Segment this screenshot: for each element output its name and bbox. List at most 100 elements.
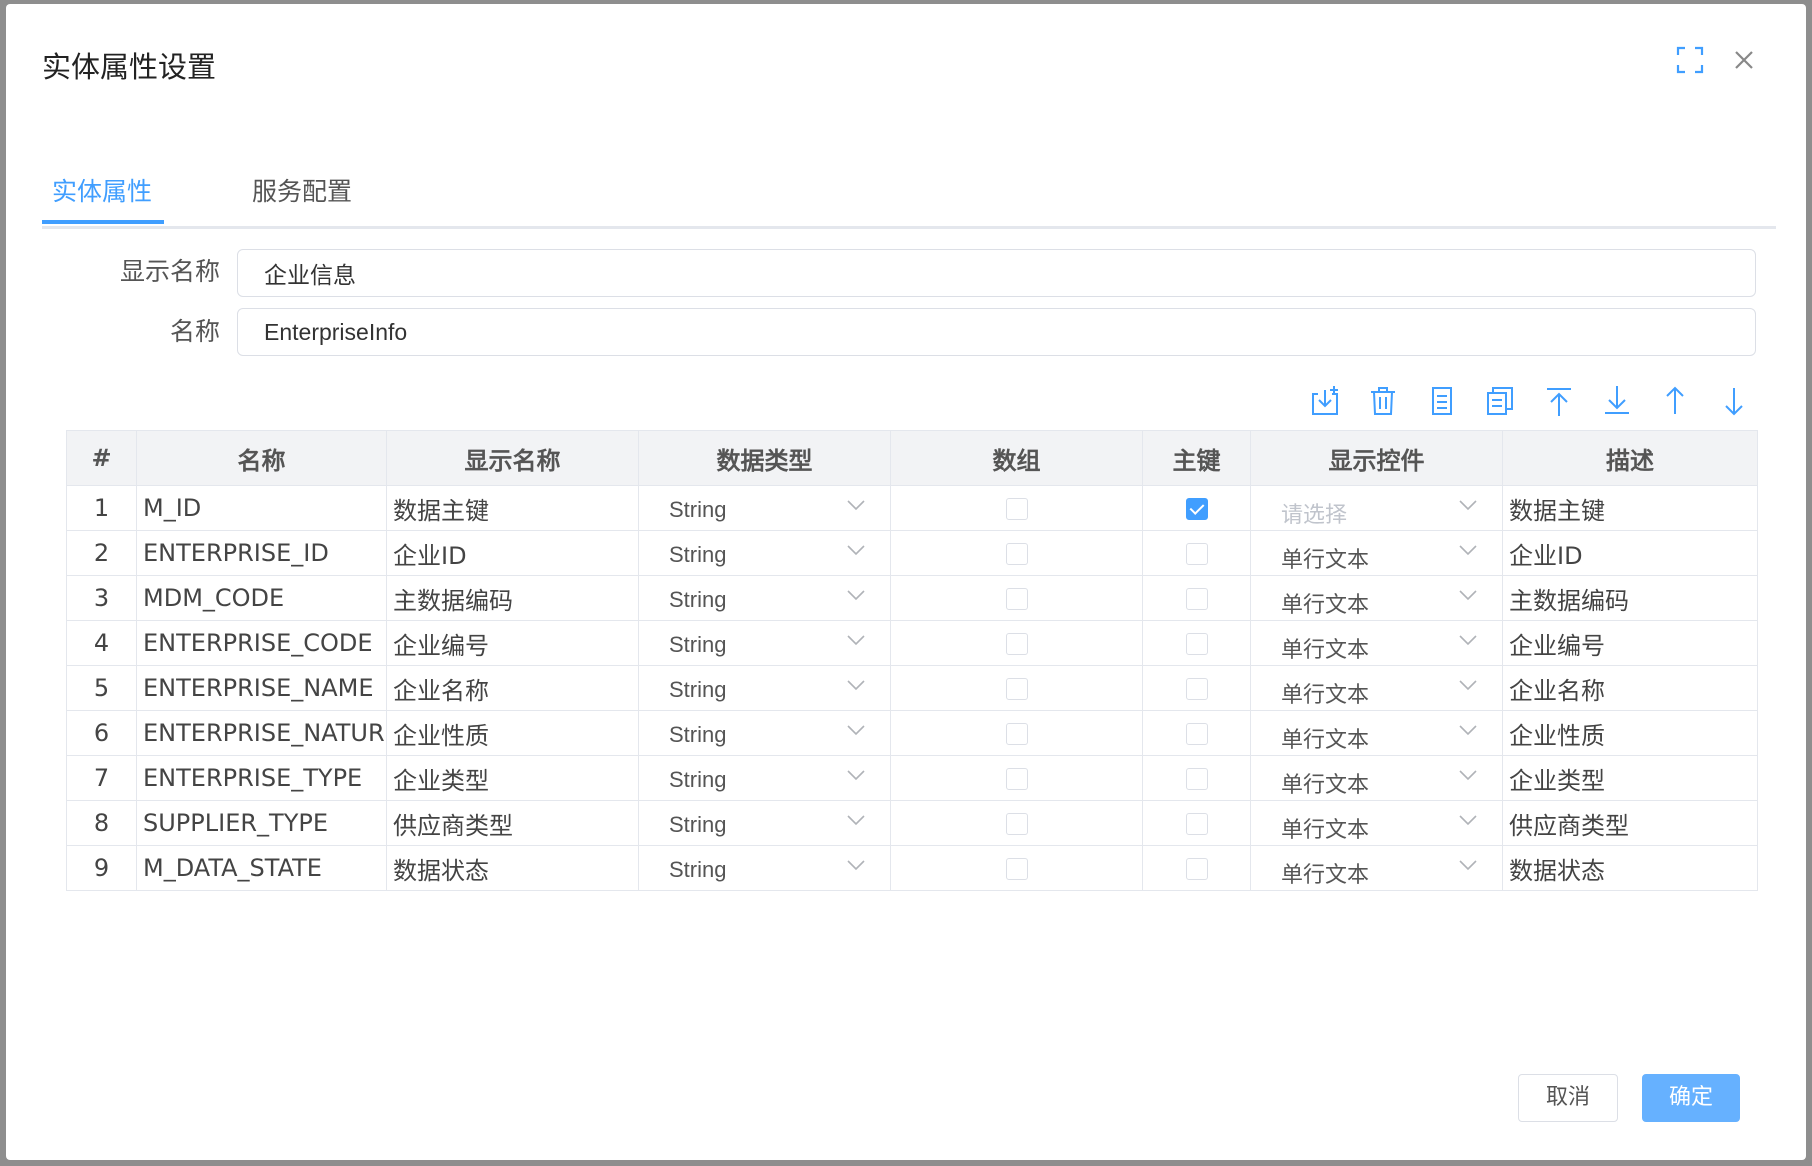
display-name-cell[interactable]: 企业ID [386,530,639,576]
primary-key-checkbox[interactable] [1185,813,1208,835]
data-type-select[interactable]: String [638,665,891,711]
data-type-value: String [669,767,727,792]
primary-key-checkbox[interactable] [1185,678,1208,700]
description-cell[interactable]: 供应商类型 [1502,800,1758,846]
row-index: 4 [66,620,137,666]
col-header-display-name: 显示名称 [386,430,639,486]
move-top-icon[interactable] [1540,382,1578,420]
field-name-cell[interactable]: MDM_CODE [136,575,387,621]
display-name-cell[interactable]: 企业性质 [386,710,639,756]
field-name-cell[interactable]: M_ID [136,485,387,531]
array-checkbox[interactable] [1005,813,1028,835]
array-checkbox[interactable] [1005,543,1028,565]
name-label: 名称 [169,317,220,346]
array-checkbox[interactable] [1005,723,1028,745]
primary-key-checkbox[interactable] [1185,723,1208,745]
cancel-button[interactable]: 取消 [1518,1074,1618,1122]
primary-key-cell [1142,800,1251,846]
field-name-cell[interactable]: ENTERPRISE_NAME [136,665,387,711]
array-checkbox[interactable] [1005,498,1028,520]
display-control-value: 单行文本 [1281,727,1370,752]
row-index: 3 [66,575,137,621]
data-type-value: String [669,587,727,612]
table-row[interactable]: 9 M_DATA_STATE 数据状态 String 单行文本 数据状态 [66,845,1758,891]
array-checkbox[interactable] [1005,588,1028,610]
array-cell [890,710,1143,756]
table-row[interactable]: 3 MDM_CODE 主数据编码 String 单行文本 主数据编码 [66,575,1758,621]
display-control-select[interactable]: 单行文本 [1250,845,1503,891]
primary-key-checkbox[interactable] [1185,588,1208,610]
delete-icon[interactable] [1364,382,1402,420]
display-name-cell[interactable]: 主数据编码 [386,575,639,621]
display-control-select[interactable]: 单行文本 [1250,575,1503,621]
import-icon[interactable] [1306,382,1344,420]
table-row[interactable]: 6 ENTERPRISE_NATURE 企业性质 String 单行文本 企业性质 [66,710,1758,756]
description-cell[interactable]: 企业ID [1502,530,1758,576]
tab-service-config[interactable]: 服务配置 [252,172,352,208]
table-row[interactable]: 7 ENTERPRISE_TYPE 企业类型 String 单行文本 企业类型 [66,755,1758,801]
document-icon[interactable] [1423,382,1461,420]
field-name-cell[interactable]: ENTERPRISE_NATURE [136,710,387,756]
array-checkbox[interactable] [1005,858,1028,880]
field-name-cell[interactable]: M_DATA_STATE [136,845,387,891]
display-control-select[interactable]: 单行文本 [1250,800,1503,846]
data-type-select[interactable]: String [638,530,891,576]
data-type-select[interactable]: String [638,755,891,801]
move-bottom-icon[interactable] [1598,382,1636,420]
copy-icon[interactable] [1481,382,1519,420]
close-icon[interactable] [1726,42,1762,78]
display-name-input[interactable] [237,249,1756,297]
display-control-select[interactable]: 单行文本 [1250,710,1503,756]
table-row[interactable]: 1 M_ID 数据主键 String 请选择 数据主键 [66,485,1758,531]
col-header-array: 数组 [890,430,1143,486]
array-checkbox[interactable] [1005,678,1028,700]
primary-key-checkbox[interactable] [1185,543,1208,565]
primary-key-checkbox[interactable] [1185,858,1208,880]
display-name-cell[interactable]: 数据状态 [386,845,639,891]
display-control-select[interactable]: 单行文本 [1250,665,1503,711]
description-cell[interactable]: 企业性质 [1502,710,1758,756]
array-checkbox[interactable] [1005,633,1028,655]
field-name-cell[interactable]: SUPPLIER_TYPE [136,800,387,846]
description-cell[interactable]: 主数据编码 [1502,575,1758,621]
data-type-select[interactable]: String [638,800,891,846]
display-name-cell[interactable]: 企业类型 [386,755,639,801]
primary-key-checkbox[interactable] [1185,498,1208,520]
data-type-value: String [669,677,727,702]
field-name-cell[interactable]: ENTERPRISE_ID [136,530,387,576]
table-row[interactable]: 8 SUPPLIER_TYPE 供应商类型 String 单行文本 供应商类型 [66,800,1758,846]
primary-key-checkbox[interactable] [1185,768,1208,790]
move-down-icon[interactable] [1715,382,1753,420]
display-name-cell[interactable]: 企业编号 [386,620,639,666]
data-type-select[interactable]: String [638,485,891,531]
description-cell[interactable]: 企业名称 [1502,665,1758,711]
display-control-value: 单行文本 [1281,682,1370,707]
name-input[interactable] [237,308,1756,356]
confirm-button[interactable]: 确定 [1642,1074,1740,1122]
data-type-select[interactable]: String [638,620,891,666]
primary-key-checkbox[interactable] [1185,633,1208,655]
field-name-cell[interactable]: ENTERPRISE_CODE [136,620,387,666]
display-name-cell[interactable]: 企业名称 [386,665,639,711]
data-type-select[interactable]: String [638,575,891,621]
display-control-select[interactable]: 请选择 [1250,485,1503,531]
description-cell[interactable]: 企业类型 [1502,755,1758,801]
description-cell[interactable]: 数据主键 [1502,485,1758,531]
move-up-icon[interactable] [1656,382,1694,420]
table-row[interactable]: 5 ENTERPRISE_NAME 企业名称 String 单行文本 企业名称 [66,665,1758,711]
array-checkbox[interactable] [1005,768,1028,790]
display-control-select[interactable]: 单行文本 [1250,620,1503,666]
data-type-select[interactable]: String [638,845,891,891]
table-row[interactable]: 2 ENTERPRISE_ID 企业ID String 单行文本 企业ID [66,530,1758,576]
display-name-cell[interactable]: 供应商类型 [386,800,639,846]
data-type-select[interactable]: String [638,710,891,756]
display-control-select[interactable]: 单行文本 [1250,530,1503,576]
table-row[interactable]: 4 ENTERPRISE_CODE 企业编号 String 单行文本 企业编号 [66,620,1758,666]
display-name-cell[interactable]: 数据主键 [386,485,639,531]
field-name-cell[interactable]: ENTERPRISE_TYPE [136,755,387,801]
description-cell[interactable]: 企业编号 [1502,620,1758,666]
fullscreen-icon[interactable] [1672,42,1708,78]
description-cell[interactable]: 数据状态 [1502,845,1758,891]
tab-entity-attributes[interactable]: 实体属性 [52,172,152,208]
display-control-select[interactable]: 单行文本 [1250,755,1503,801]
